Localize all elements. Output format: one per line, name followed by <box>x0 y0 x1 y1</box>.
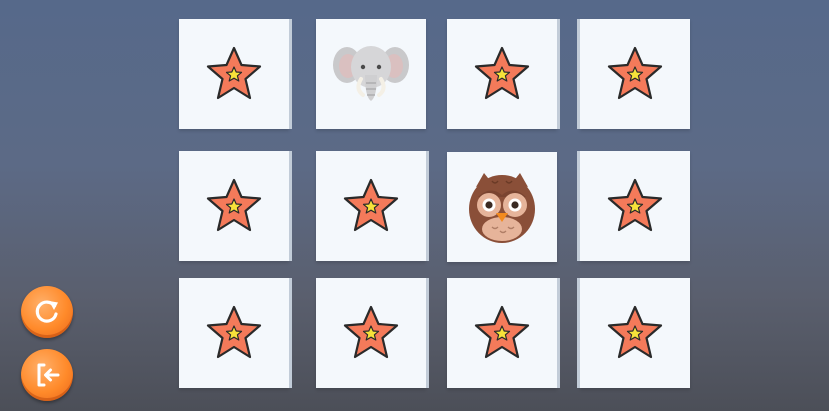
card-grid <box>0 0 829 411</box>
star-icon <box>206 305 262 359</box>
card-4[interactable] <box>580 19 690 129</box>
card-11[interactable] <box>447 278 557 388</box>
card-10[interactable] <box>316 278 426 388</box>
star-icon <box>607 305 663 359</box>
star-icon <box>206 46 262 100</box>
star-icon <box>206 178 262 232</box>
card-7[interactable] <box>447 152 557 262</box>
exit-icon <box>37 363 60 387</box>
card-3[interactable] <box>447 19 557 129</box>
star-icon <box>607 46 663 100</box>
card-12[interactable] <box>580 278 690 388</box>
elephant-icon <box>333 46 409 101</box>
card-1[interactable] <box>179 19 289 129</box>
card-5[interactable] <box>179 151 289 261</box>
restart-button[interactable] <box>21 286 73 338</box>
star-icon <box>343 178 399 232</box>
card-6[interactable] <box>316 151 426 261</box>
star-icon <box>474 46 530 100</box>
card-2[interactable] <box>316 19 426 129</box>
game-scene <box>0 0 829 411</box>
star-icon <box>607 178 663 232</box>
exit-button[interactable] <box>21 349 73 401</box>
owl-icon <box>469 173 535 243</box>
card-8[interactable] <box>580 151 690 261</box>
restart-icon <box>35 300 58 323</box>
star-icon <box>343 305 399 359</box>
card-9[interactable] <box>179 278 289 388</box>
star-icon <box>474 305 530 359</box>
